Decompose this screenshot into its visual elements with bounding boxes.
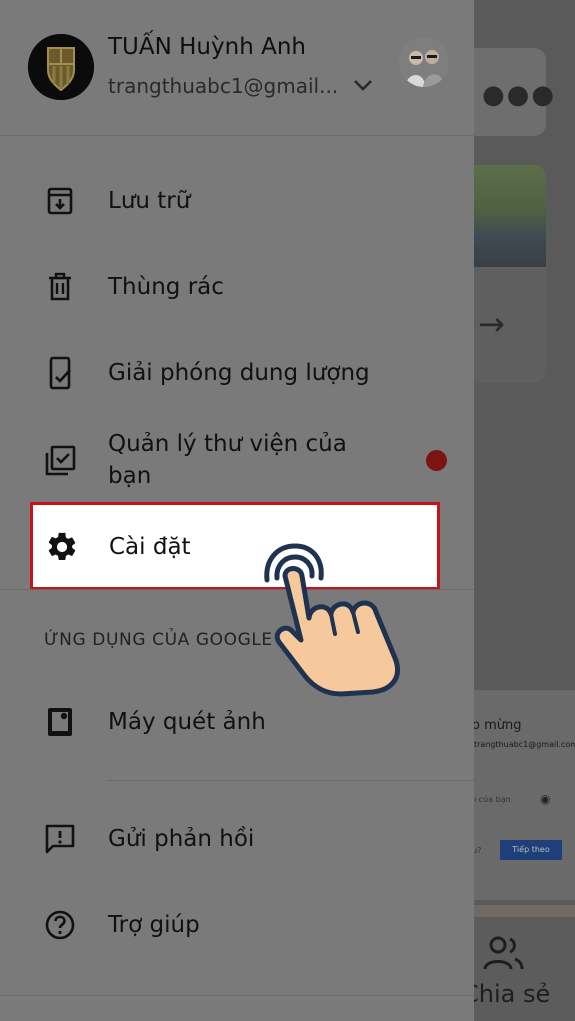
background-login-email: trangthuabc1@gmail.com: [474, 740, 575, 749]
notification-dot: [426, 450, 447, 471]
background-next-button: Tiếp theo: [500, 840, 562, 860]
trash-icon: [49, 272, 71, 301]
arrow-forward-icon: →: [478, 305, 505, 343]
library-check-icon: [45, 445, 76, 476]
phone-check-icon: [49, 356, 71, 390]
menu-item-label: Thùng rác: [108, 274, 224, 300]
menu-item-label: Quản lý thư viện của bạn: [108, 431, 347, 489]
menu-item-label: Cài đặt: [109, 534, 191, 560]
people-photo-icon: [399, 37, 449, 87]
photo-scanner-icon: [48, 708, 72, 736]
background-login-title: o mừng: [472, 718, 522, 733]
account-avatar[interactable]: [28, 34, 94, 100]
gear-icon: [48, 532, 76, 561]
fc-barcelona-crest-icon: [28, 34, 94, 100]
menu-item-label: Giải phóng dung lượng: [108, 360, 370, 386]
menu-item-label: Trợ giúp: [108, 912, 200, 938]
divider: [108, 780, 474, 781]
help-icon: [45, 910, 75, 940]
menu-item-free-up-space[interactable]: Giải phóng dung lượng: [0, 330, 474, 416]
account-name: TUẤN Huỳnh Anh: [108, 34, 306, 60]
account-email: trangthuabc1@gmail...: [108, 74, 339, 98]
menu-item-archive[interactable]: Lưu trữ: [0, 158, 474, 244]
menu-item-label: Gửi phản hồi: [108, 826, 255, 852]
menu-item-help[interactable]: Trợ giúp: [0, 882, 474, 968]
tap-hand-icon: [264, 543, 400, 697]
share-tab-label: Chia sẻ: [462, 980, 551, 1008]
section-header-google-apps: ỨNG DỤNG CỦA GOOGLE: [44, 630, 273, 650]
divider: [0, 995, 474, 996]
archive-icon: [47, 187, 73, 215]
account-header[interactable]: TUẤN Huỳnh Anh trangthuabc1@gmail...: [0, 0, 474, 136]
menu-item-send-feedback[interactable]: Gửi phản hồi: [0, 796, 474, 882]
menu-item-label: Lưu trữ: [108, 188, 191, 214]
eye-icon: ◉: [540, 792, 551, 806]
more-horiz-icon: ●●●: [482, 80, 557, 110]
people-icon: [483, 936, 524, 970]
menu-item-trash[interactable]: Thùng rác: [0, 244, 474, 330]
feedback-icon: [45, 824, 75, 854]
navigation-drawer: TUẤN Huỳnh Anh trangthuabc1@gmail... Lưu: [0, 0, 474, 1021]
menu-item-manage-library[interactable]: Quản lý thư viện của bạn: [0, 416, 474, 502]
background-password-field: ı của bạn: [474, 795, 511, 804]
chevron-down-icon[interactable]: [352, 76, 374, 94]
menu-item-label: Máy quét ảnh: [108, 709, 266, 735]
secondary-account-avatar[interactable]: [399, 37, 449, 87]
